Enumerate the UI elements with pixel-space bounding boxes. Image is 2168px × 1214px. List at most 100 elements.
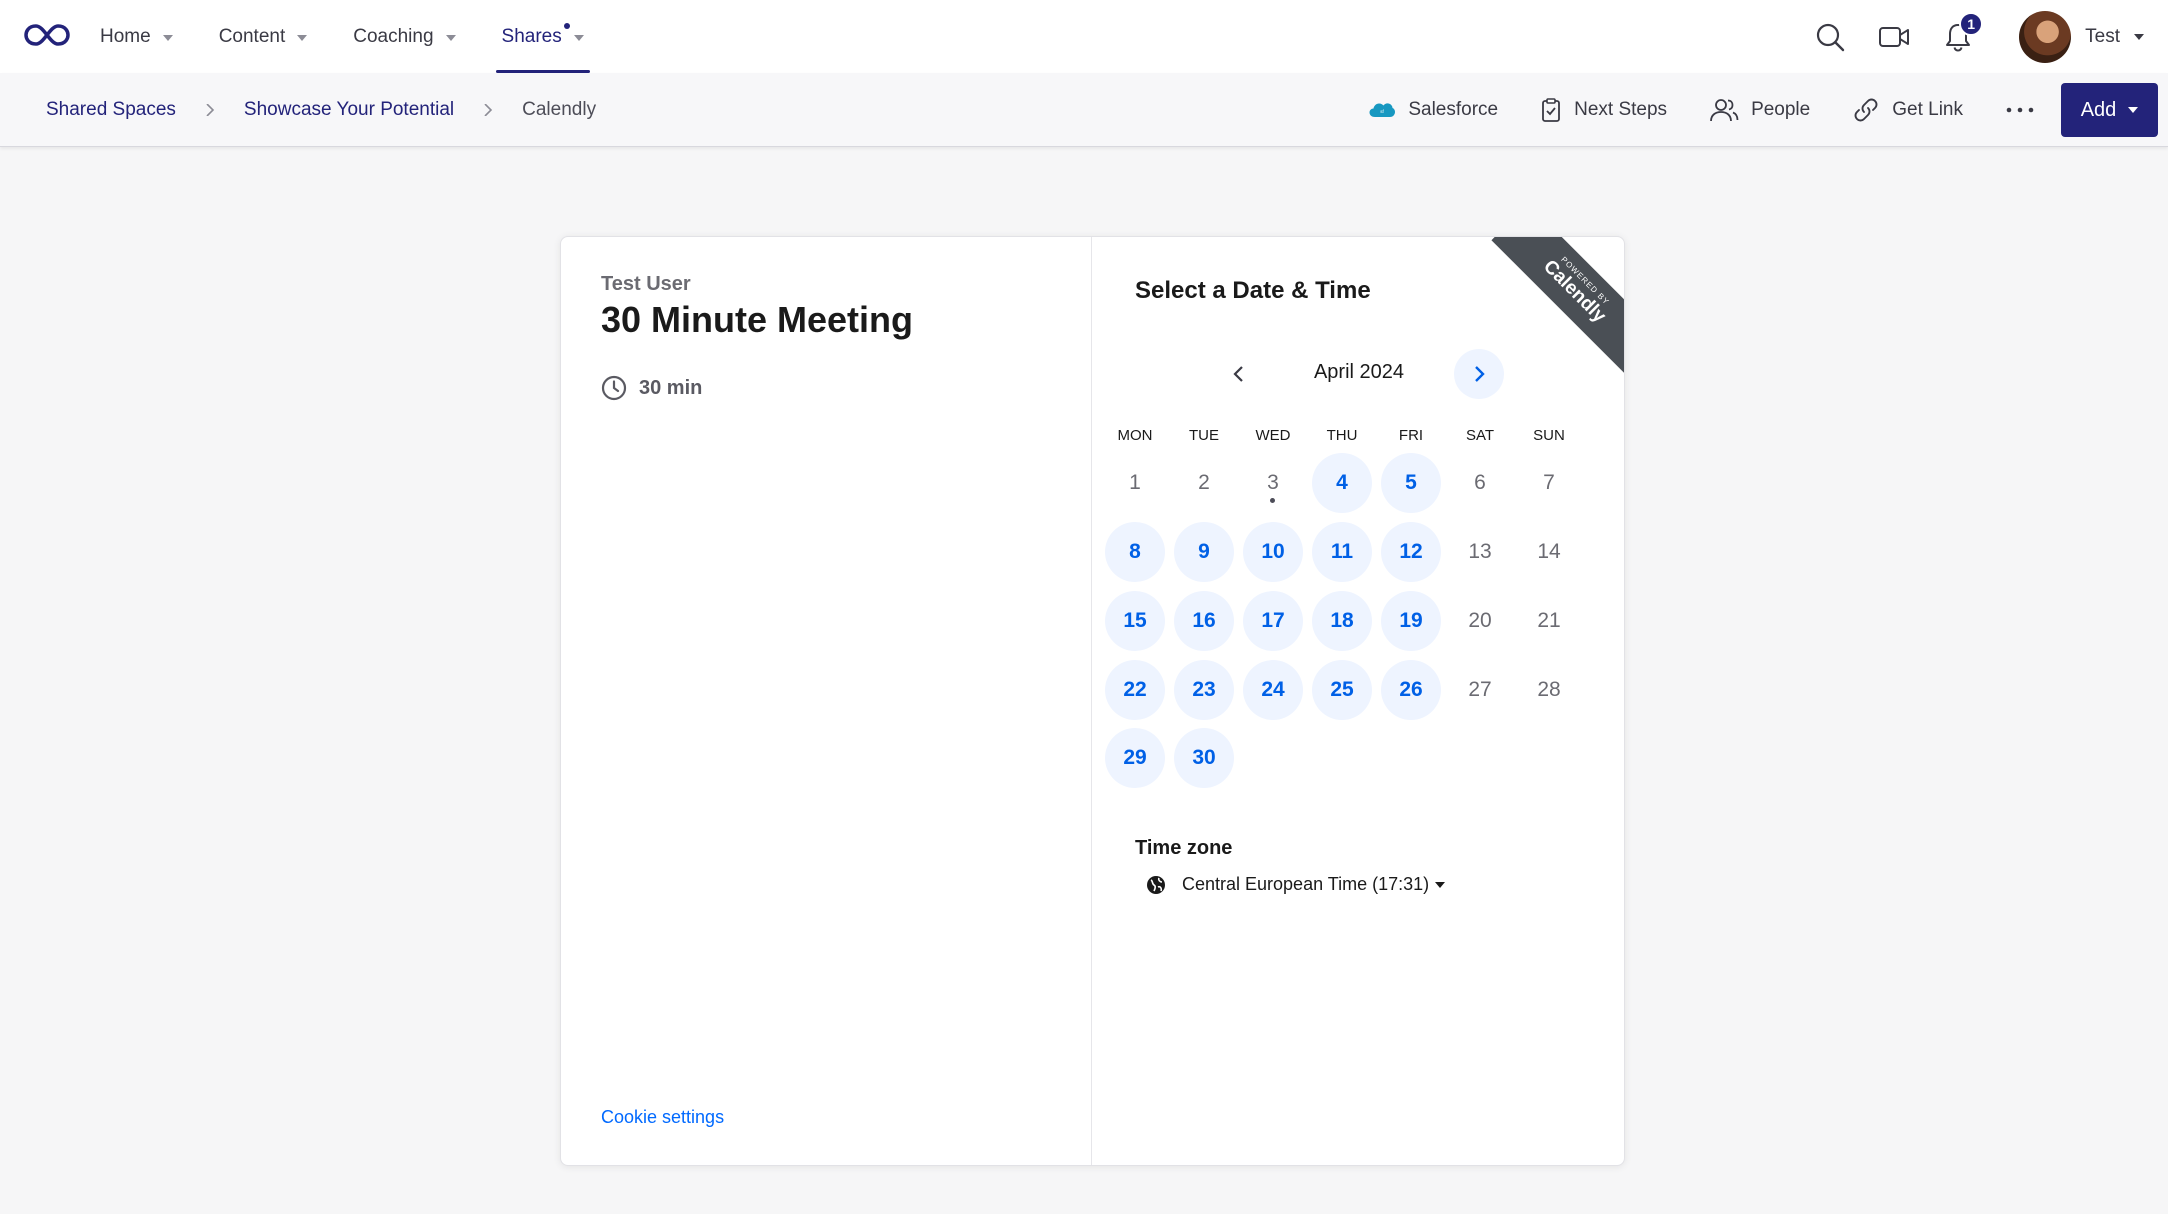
breadcrumb-showcase[interactable]: Showcase Your Potential <box>244 99 454 121</box>
next-month-button[interactable] <box>1454 349 1504 399</box>
weekday-header: SUN <box>1533 427 1565 444</box>
calendar-day-available[interactable]: 19 <box>1381 591 1441 651</box>
calendar-day-unavailable: 14 <box>1519 522 1579 582</box>
globe-icon <box>1147 875 1165 894</box>
day-number: 28 <box>1537 678 1561 701</box>
organizer-name: Test User <box>601 273 691 295</box>
day-number: 15 <box>1123 609 1147 632</box>
calendar-day-available[interactable]: 17 <box>1243 591 1303 651</box>
calendar-day-available[interactable]: 25 <box>1312 660 1372 720</box>
timezone-value: Central European Time (17:31) <box>1182 874 1430 894</box>
nav-shares[interactable]: Shares <box>495 0 590 73</box>
nav-home[interactable]: Home <box>100 0 173 73</box>
calendar-day-available[interactable]: 22 <box>1105 660 1165 720</box>
day-number: 16 <box>1192 609 1216 632</box>
calendar-day-available[interactable]: 11 <box>1312 522 1372 582</box>
day-number: 7 <box>1543 471 1555 494</box>
calendar-day-available[interactable]: 10 <box>1243 522 1303 582</box>
logo-icon[interactable] <box>24 18 70 52</box>
calendar-day-unavailable: 7 <box>1519 453 1579 513</box>
search-button[interactable] <box>1813 20 1847 54</box>
day-number: 24 <box>1261 678 1285 701</box>
day-number: 27 <box>1468 678 1492 701</box>
day-number: 29 <box>1123 746 1147 769</box>
chevron-right-icon <box>484 104 493 116</box>
calendar-day-available[interactable]: 8 <box>1105 522 1165 582</box>
current-month: April 2024 <box>1313 361 1405 383</box>
calendar-day-available[interactable]: 5 <box>1381 453 1441 513</box>
day-number: 18 <box>1330 609 1354 632</box>
salesforce-label: Salesforce <box>1408 99 1499 120</box>
calendar-day-available[interactable]: 26 <box>1381 660 1441 720</box>
chevron-down-icon[interactable] <box>2134 33 2144 40</box>
get-link-button[interactable]: Get Link <box>1852 96 1963 124</box>
next-steps-label: Next Steps <box>1574 99 1668 120</box>
user-name[interactable]: Test <box>2085 26 2120 48</box>
cookie-settings-link[interactable]: Cookie settings <box>601 1107 724 1128</box>
nav-right-tools: 1 Test <box>1783 0 2144 73</box>
next-steps-button[interactable]: Next Steps <box>1540 97 1667 123</box>
calendar-day-available[interactable]: 18 <box>1312 591 1372 651</box>
calendar-day-unavailable: 20 <box>1450 591 1510 651</box>
top-navigation: Home Content Coaching Shares 1 Test <box>0 0 2168 73</box>
clock-icon <box>601 375 627 401</box>
nav-content[interactable]: Content <box>219 0 308 73</box>
salesforce-button[interactable]: sf Salesforce <box>1368 99 1498 121</box>
chevron-down-icon <box>1435 881 1446 888</box>
day-number: 25 <box>1330 678 1354 701</box>
nav-content-label: Content <box>218 25 286 47</box>
day-number: 2 <box>1198 471 1210 494</box>
chevron-right-icon <box>1475 366 1485 382</box>
avatar[interactable] <box>2019 10 2072 63</box>
calendar-day-available[interactable]: 15 <box>1105 591 1165 651</box>
calendar-day-unavailable: 21 <box>1519 591 1579 651</box>
more-options-button[interactable] <box>2005 106 2035 114</box>
day-number: 22 <box>1123 678 1147 701</box>
nav-home-label: Home <box>100 25 151 47</box>
notifications-button[interactable]: 1 <box>1941 11 1984 54</box>
day-number: 4 <box>1336 471 1348 494</box>
people-button[interactable]: People <box>1709 97 1810 123</box>
chevron-down-icon <box>445 34 456 41</box>
people-icon <box>1710 99 1739 122</box>
day-number: 23 <box>1192 678 1216 701</box>
date-time-pane: Select a Date & Time April 2024 MON TUE WE… <box>1092 237 1624 1165</box>
calendar-day-unavailable: 27 <box>1450 660 1510 720</box>
event-title: 30 Minute Meeting <box>601 299 914 340</box>
calendar-day-available[interactable]: 29 <box>1105 728 1165 788</box>
more-horizontal-icon <box>2006 107 2034 113</box>
get-link-label: Get Link <box>1892 99 1963 120</box>
calendar-day-available[interactable]: 16 <box>1174 591 1234 651</box>
calendar-day-available[interactable]: 24 <box>1243 660 1303 720</box>
day-number: 5 <box>1405 471 1417 494</box>
event-duration: 30 min <box>601 375 702 401</box>
new-indicator-dot <box>563 23 570 29</box>
calendar-day-unavailable: 6 <box>1450 453 1510 513</box>
calendar-day-available[interactable]: 12 <box>1381 522 1441 582</box>
main-menu: Home Content Coaching Shares <box>100 0 630 73</box>
day-number: 6 <box>1474 471 1486 494</box>
calendar-day-available[interactable]: 4 <box>1312 453 1372 513</box>
search-icon <box>1817 23 1845 51</box>
add-button[interactable]: Add <box>2061 83 2158 137</box>
nav-coaching[interactable]: Coaching <box>353 0 456 73</box>
breadcrumb-bar: Shared Spaces Showcase Your Potential Ca… <box>0 73 2168 147</box>
salesforce-cloud-icon: sf <box>1369 103 1396 117</box>
weekday-header: FRI <box>1398 427 1424 444</box>
day-number: 12 <box>1399 540 1423 563</box>
breadcrumb-shared-spaces[interactable]: Shared Spaces <box>46 99 176 121</box>
day-number: 10 <box>1261 540 1285 563</box>
weekday-header: TUE <box>1189 427 1219 444</box>
day-number: 17 <box>1261 609 1285 632</box>
day-number: 1 <box>1129 471 1141 494</box>
day-number: 8 <box>1129 540 1141 563</box>
calendar-day-available[interactable]: 30 <box>1174 728 1234 788</box>
event-details-pane: Test User 30 Minute Meeting 30 min Cooki… <box>561 237 1092 1165</box>
timezone-select[interactable]: Central European Time (17:31) <box>1146 874 1446 895</box>
weekday-header: MON <box>1117 427 1153 444</box>
chevron-right-icon <box>206 104 215 116</box>
weekday-header: SAT <box>1465 427 1495 444</box>
calendar-day-available[interactable]: 23 <box>1174 660 1234 720</box>
video-button[interactable] <box>1877 20 1911 54</box>
calendar-day-available[interactable]: 9 <box>1174 522 1234 582</box>
